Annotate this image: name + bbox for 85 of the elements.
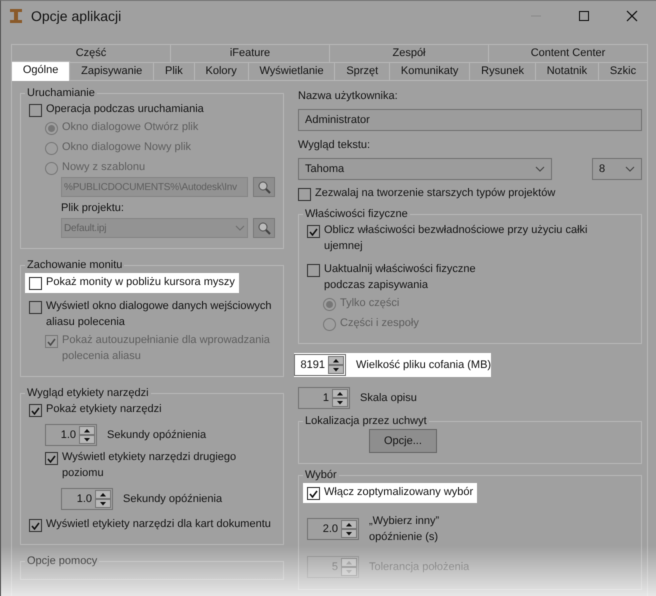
number-field[interactable]: 8191 [294, 354, 346, 376]
tab[interactable]: iFeature [171, 44, 330, 62]
up-down-arrows-icon[interactable] [328, 356, 344, 374]
chevron-down-icon [535, 166, 545, 172]
options-button[interactable]: Opcje... [369, 429, 437, 453]
size-dropdown[interactable]: 8 [592, 158, 642, 180]
checkbox-label: Włącz zoptymalizowany wybór [324, 485, 474, 500]
checkbox-label: Zezwalaj na tworzenie starszych typów projektów [315, 186, 556, 201]
group-title: Zachowanie monitu [26, 259, 124, 271]
checkbox[interactable] [45, 452, 58, 465]
checkbox-label: Pokaż autouzupełnianie dla wprowadzania polecenia aliasu [62, 333, 271, 364]
tab[interactable]: Komunikaty [390, 62, 470, 80]
checkbox[interactable] [29, 104, 42, 117]
check-icon [309, 490, 318, 498]
tab[interactable]: Sprzęt [335, 62, 390, 80]
magnifier-icon [257, 180, 271, 194]
spinner-label: Sekundy opóźnienia [107, 428, 206, 443]
check-icon [31, 522, 40, 530]
magnifier-icon [257, 221, 271, 235]
checkbox[interactable] [307, 487, 320, 500]
tab[interactable]: Kolory [194, 62, 249, 80]
group-title: Opcje pomocy [26, 555, 98, 567]
tab[interactable]: Zespół [330, 44, 489, 62]
up-down-arrows-icon[interactable] [79, 426, 95, 444]
group-title: Właściwości fizyczne [304, 208, 409, 220]
tab[interactable]: Rysunek [470, 62, 536, 80]
browse-button[interactable] [253, 218, 275, 238]
checkbox[interactable] [29, 404, 42, 417]
chevron-down-icon [235, 225, 245, 231]
spinner-label: „Wybierz inny” opóźnienie (s) [369, 514, 440, 545]
field-label: Nazwa użytkownika: [298, 89, 399, 104]
tab[interactable]: Szkic [598, 62, 648, 80]
text-field[interactable]: Administrator [298, 109, 642, 131]
checkbox[interactable] [29, 301, 42, 314]
number-field[interactable]: 2.0 [307, 518, 359, 540]
checkbox-label: Uaktualnij właściwości fizyczne podczas zapisywania [324, 262, 476, 293]
up-down-arrows-icon[interactable] [332, 389, 348, 407]
radio-label: Okno dialogowe Nowy plik [62, 140, 192, 155]
maximize-icon[interactable] [578, 10, 590, 22]
tab[interactable]: Plik [154, 62, 195, 80]
up-down-arrows-icon[interactable] [341, 520, 357, 538]
radio-label: Okno dialogowe Otwórz plik [62, 120, 198, 135]
check-icon [309, 228, 318, 236]
field-label: Plik projektu: [61, 201, 125, 216]
checkbox[interactable] [307, 264, 320, 277]
checkbox-label: Pokaż monity w pobliżu kursora myszy [46, 275, 235, 290]
tab[interactable]: Wyświetlanie [248, 62, 336, 80]
app-logo-icon [9, 8, 23, 24]
close-icon[interactable] [626, 10, 638, 22]
spinner-label: Wielkość pliku cofania (MB) [356, 358, 492, 373]
group-title: Wygląd etykiety narzędzi [26, 387, 150, 399]
checkbox-label: Oblicz właściwości bezwładnościowe przy użyciu całki ujemnej [324, 223, 588, 254]
radio-label: Nowy z szablonu [62, 160, 146, 175]
chevron-down-icon [625, 166, 635, 172]
spinner-label: Sekundy opóźnienia [123, 492, 222, 507]
check-icon [31, 406, 40, 414]
radio-label: Tylko części [340, 296, 400, 311]
checkbox[interactable] [298, 188, 311, 201]
check-icon [47, 454, 56, 462]
number-field[interactable]: 1 [298, 387, 350, 409]
checkbox[interactable] [29, 519, 42, 532]
group-title: Uruchamianie [26, 87, 96, 99]
checkbox-label: Wyświetl etykiety narzędzi dla kart dokumentu [46, 517, 271, 532]
checkbox-label: Wyświetl okno dialogowe danych wejściowych aliasu polecenia [46, 299, 273, 330]
field-label: Wygląd tekstu: [298, 138, 372, 153]
group-title: Wybór [304, 469, 338, 481]
browse-button[interactable] [253, 177, 275, 197]
radio-label: Części i zespoły [340, 316, 419, 331]
checkbox-label: Operacja podczas uruchamiania [46, 102, 204, 117]
checkbox[interactable] [29, 277, 42, 290]
window-title: Opcje aplikacji [31, 8, 122, 24]
tab[interactable]: Zapisywanie [70, 62, 154, 80]
number-field[interactable]: 1.0 [61, 488, 113, 510]
spinner-label: Skala opisu [360, 391, 417, 406]
checkbox[interactable] [307, 225, 320, 238]
checkbox-label: Pokaż etykiety narzędzi [46, 402, 162, 417]
font-dropdown[interactable]: Tahoma [298, 158, 552, 180]
tab[interactable]: Content Center [489, 44, 648, 62]
checkbox-label: Wyświetl etykiety narzędzi drugiego poziomu [62, 450, 238, 481]
tab[interactable]: Notatnik [536, 62, 599, 80]
check-icon [47, 338, 56, 346]
number-field[interactable]: 1.0 [45, 424, 97, 446]
tab[interactable]: Ogólne [12, 61, 70, 81]
group-title: Lokalizacja przez uchwyt [304, 415, 428, 427]
up-down-arrows-icon[interactable] [95, 490, 111, 508]
